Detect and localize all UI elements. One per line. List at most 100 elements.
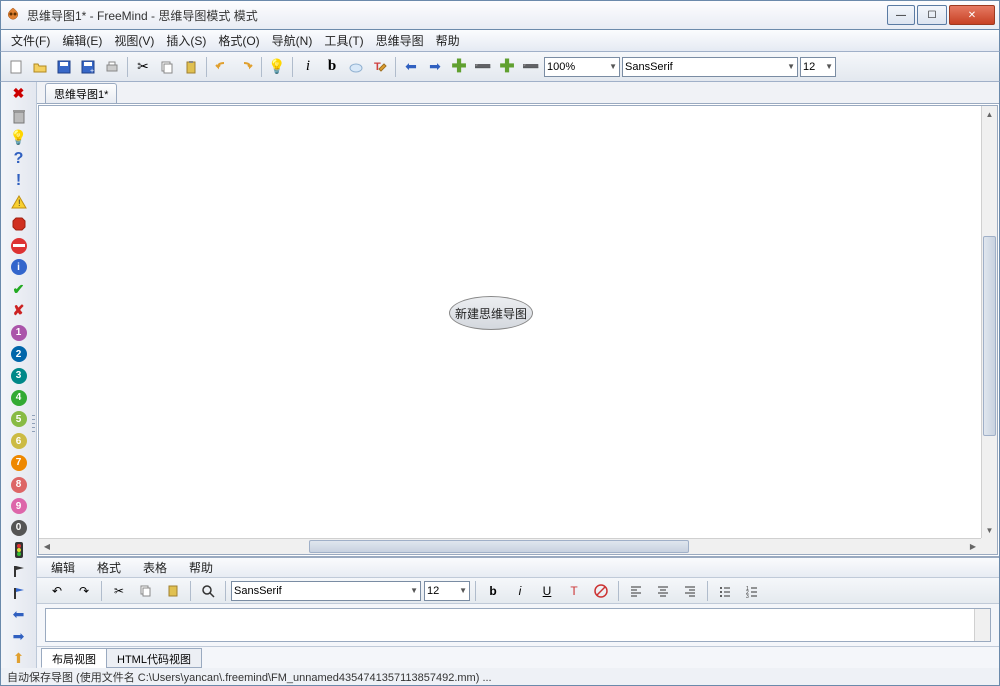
menu-view[interactable]: 视图(V) [108,30,160,51]
new-icon[interactable] [5,56,27,78]
menu-insert[interactable]: 插入(S) [160,30,212,51]
maximize-button[interactable]: ☐ [917,5,947,25]
ok-icon[interactable]: ✔ [9,279,29,299]
idea-icon[interactable]: 💡 [266,56,288,78]
redo-icon[interactable] [235,56,257,78]
editor-copy-icon[interactable] [134,581,158,601]
editor-clear-format-icon[interactable] [589,581,613,601]
italic-icon[interactable]: i [297,56,319,78]
editor-menu-format[interactable]: 格式 [91,557,127,578]
editor-menu-table[interactable]: 表格 [137,557,173,578]
editor-input-scroll[interactable] [974,609,990,641]
editor-underline-icon[interactable]: U [535,581,559,601]
scroll-thumb[interactable] [983,236,996,436]
priority-7-icon[interactable]: 7 [9,453,29,473]
list-number-icon[interactable]: 123 [740,581,764,601]
scroll-left-icon[interactable]: ◀ [39,539,55,554]
scroll-up-icon[interactable]: ▲ [982,106,997,122]
editor-redo-icon[interactable]: ↷ [72,581,96,601]
traffic-light-icon[interactable] [9,540,29,560]
vertical-scrollbar[interactable]: ▲ ▼ [981,106,997,538]
forbidden-icon[interactable] [9,236,29,256]
horizontal-scrollbar[interactable]: ◀ ▶ [39,538,981,554]
list-bullet-icon[interactable] [713,581,737,601]
add-child-icon[interactable]: ✚ [496,56,518,78]
copy-icon[interactable] [156,56,178,78]
menu-edit[interactable]: 编辑(E) [56,30,108,51]
paste-icon[interactable] [180,56,202,78]
menu-help[interactable]: 帮助 [430,30,466,51]
priority-6-icon[interactable]: 6 [9,431,29,451]
print-icon[interactable] [101,56,123,78]
close-button[interactable]: ✕ [949,5,995,25]
cut-icon[interactable]: ✂ [132,56,154,78]
exclaim-icon[interactable]: ! [9,171,29,191]
warning-icon[interactable]: ! [9,193,29,213]
editor-menu-help[interactable]: 帮助 [183,557,219,578]
priority-4-icon[interactable]: 4 [9,388,29,408]
cloud-icon[interactable] [345,56,367,78]
font-combo[interactable]: SansSerif▼ [622,57,798,77]
menu-format[interactable]: 格式(O) [212,30,265,51]
root-node[interactable]: 新建思维导图 [449,296,533,330]
html-view-tab[interactable]: HTML代码视图 [106,648,202,668]
cancel-icon[interactable]: ✘ [9,301,29,321]
menu-navigate[interactable]: 导航(N) [266,30,319,51]
priority-8-icon[interactable]: 8 [9,475,29,495]
flag-blue-icon[interactable] [9,583,29,603]
editor-paste-icon[interactable] [161,581,185,601]
priority-3-icon[interactable]: 3 [9,366,29,386]
editor-bold-icon[interactable]: b [481,581,505,601]
editor-fontsize-combo[interactable]: 12▼ [424,581,470,601]
scroll-right-icon[interactable]: ▶ [965,539,981,554]
zoom-combo[interactable]: 100%▼ [544,57,620,77]
save-icon[interactable] [53,56,75,78]
sidebar-grip[interactable] [30,82,36,668]
scroll-thumb[interactable] [309,540,689,553]
editor-font-combo[interactable]: SansSerif▼ [231,581,421,601]
priority-1-icon[interactable]: 1 [9,323,29,343]
priority-0-icon[interactable]: 0 [9,518,29,538]
question-icon[interactable]: ? [9,149,29,169]
editor-cut-icon[interactable]: ✂ [107,581,131,601]
menu-file[interactable]: 文件(F) [5,30,56,51]
open-icon[interactable] [29,56,51,78]
priority-2-icon[interactable]: 2 [9,344,29,364]
arrow-right-icon[interactable]: ➡ [9,627,29,647]
align-center-icon[interactable] [651,581,675,601]
editor-italic-icon[interactable]: i [508,581,532,601]
document-tab[interactable]: 思维导图1* [45,83,117,103]
stop-icon[interactable] [9,214,29,234]
mindmap-canvas[interactable]: 新建思维导图 ▲ ▼ ◀ ▶ [39,106,997,554]
editor-menu-edit[interactable]: 编辑 [45,557,81,578]
bold-icon[interactable]: b [321,56,343,78]
remove-child-icon[interactable]: ➖ [520,56,542,78]
remove-node-icon[interactable]: ➖ [472,56,494,78]
fontsize-combo[interactable]: 12▼ [800,57,836,77]
undo-icon[interactable] [211,56,233,78]
menu-mindmap[interactable]: 思维导图 [370,30,430,51]
arrow-up-icon[interactable]: ⬆ [9,648,29,668]
trash-icon[interactable] [9,106,29,126]
layout-view-tab[interactable]: 布局视图 [41,648,107,668]
editor-find-icon[interactable] [196,581,220,601]
align-right-icon[interactable] [678,581,702,601]
flag-black-icon[interactable] [9,561,29,581]
info-icon[interactable]: i [9,258,29,278]
bulb-icon[interactable]: 💡 [9,127,29,147]
priority-9-icon[interactable]: 9 [9,496,29,516]
scroll-down-icon[interactable]: ▼ [982,522,997,538]
editor-input[interactable] [46,609,974,641]
nav-back-icon[interactable]: ⬅ [400,56,422,78]
priority-5-icon[interactable]: 5 [9,410,29,430]
delete-icon[interactable]: ✖ [9,84,29,104]
color-icon[interactable]: T [369,56,391,78]
editor-undo-icon[interactable]: ↶ [45,581,69,601]
add-node-icon[interactable]: ✚ [448,56,470,78]
editor-textcolor-icon[interactable]: T [562,581,586,601]
minimize-button[interactable]: — [887,5,915,25]
nav-forward-icon[interactable]: ➡ [424,56,446,78]
saveas-icon[interactable]: + [77,56,99,78]
menu-tools[interactable]: 工具(T) [318,30,369,51]
align-left-icon[interactable] [624,581,648,601]
